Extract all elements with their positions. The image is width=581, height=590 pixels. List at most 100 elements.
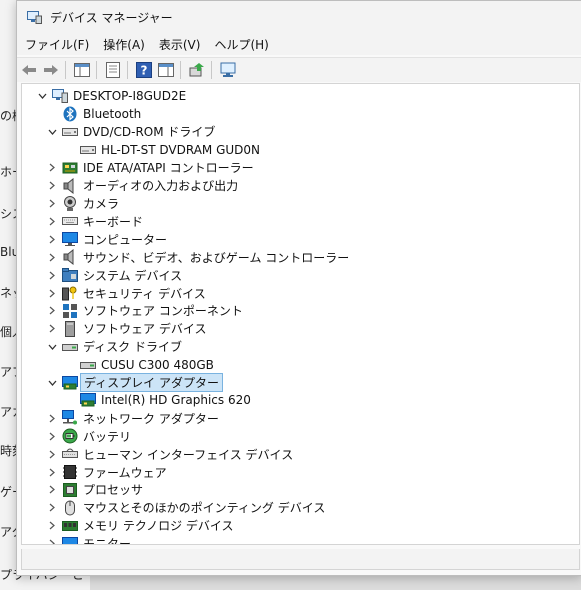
tree-category[interactable]: Bluetooth <box>46 105 141 123</box>
menu-view[interactable]: 表示(V) <box>151 36 201 53</box>
tree-root[interactable]: DESKTOP-I8GUD2E <box>36 87 186 105</box>
disk-drive-icon <box>80 357 96 373</box>
help-button[interactable]: ? <box>134 60 154 80</box>
tree-category[interactable]: ソフトウェア コンポーネント <box>46 302 243 320</box>
tree-category[interactable]: ネットワーク アダプター <box>46 409 219 427</box>
tree-category[interactable]: システム デバイス <box>46 266 182 284</box>
keyboard-icon <box>62 213 78 229</box>
console-tree-icon <box>74 63 90 77</box>
tree-category[interactable]: DVD/CD-ROM ドライブ <box>46 123 215 141</box>
firmware-icon <box>62 464 78 480</box>
menu-action[interactable]: 操作(A) <box>95 36 145 53</box>
tree-item-label: ファームウェア <box>83 465 167 480</box>
properties-button[interactable] <box>103 60 123 80</box>
chevron-right-icon[interactable] <box>46 484 58 496</box>
tree-category[interactable]: プロセッサ <box>46 481 143 499</box>
key-icon <box>62 285 78 301</box>
chevron-right-icon[interactable] <box>46 323 58 335</box>
tree-item-label: オーディオの入力および出力 <box>83 179 239 194</box>
monitor-icon <box>62 536 78 544</box>
properties-icon <box>106 62 120 78</box>
chevron-right-icon[interactable] <box>46 180 58 192</box>
tree-device[interactable]: Intel(R) HD Graphics 620 <box>64 391 251 409</box>
action-pane-button[interactable] <box>156 60 176 80</box>
battery-icon <box>62 428 78 444</box>
chevron-right-icon[interactable] <box>46 538 58 544</box>
tree-category[interactable]: キーボード <box>46 212 143 230</box>
tree-category[interactable]: バッテリ <box>46 427 131 445</box>
update-driver-button[interactable] <box>187 60 207 80</box>
tree-category[interactable]: IDE ATA/ATAPI コントローラー <box>46 159 254 177</box>
chevron-down-icon[interactable] <box>46 341 58 353</box>
chevron-right-icon[interactable] <box>46 502 58 514</box>
hid-icon <box>62 446 78 462</box>
chevron-right-icon[interactable] <box>46 233 58 245</box>
chevron-right-icon[interactable] <box>46 520 58 532</box>
chevron-right-icon[interactable] <box>46 269 58 281</box>
menu-file[interactable]: ファイル(F) <box>17 36 89 53</box>
tree-category[interactable]: サウンド、ビデオ、およびゲーム コントローラー <box>46 248 349 266</box>
device-manager-window: デバイス マネージャー ファイル(F) 操作(A) 表示(V) ヘルプ(H) ? <box>16 0 581 576</box>
tree-device[interactable]: HL-DT-ST DVDRAM GUD0N <box>64 141 260 159</box>
tree-category[interactable]: セキュリティ デバイス <box>46 284 206 302</box>
show-hide-console-tree-button[interactable] <box>72 60 92 80</box>
tree-device[interactable]: CUSU C300 480GB <box>64 356 214 374</box>
chevron-down-icon[interactable] <box>46 126 58 138</box>
menu-bar: ファイル(F) 操作(A) 表示(V) ヘルプ(H) <box>17 33 581 55</box>
chevron-right-icon[interactable] <box>46 251 58 263</box>
tree-category[interactable]: オーディオの入力および出力 <box>46 177 238 195</box>
mouse-icon <box>62 500 78 516</box>
tree-category[interactable]: ヒューマン インターフェイス デバイス <box>46 445 293 463</box>
chevron-right-icon[interactable] <box>46 215 58 227</box>
chevron-down-icon[interactable] <box>36 90 48 102</box>
tree-item-label-selected: ディスプレイ アダプター <box>80 373 223 392</box>
svg-text:?: ? <box>141 64 148 78</box>
title-bar[interactable]: デバイス マネージャー <box>17 1 581 33</box>
chevron-right-icon[interactable] <box>46 287 58 299</box>
tree-category[interactable]: ディスク ドライブ <box>46 338 182 356</box>
chevron-right-icon[interactable] <box>46 198 58 210</box>
tree-category[interactable]: マウスとそのほかのポインティング デバイス <box>46 499 325 517</box>
menu-help[interactable]: ヘルプ(H) <box>206 36 268 53</box>
status-bar <box>21 549 580 570</box>
tree-item-label: システム デバイス <box>83 268 183 283</box>
toolbar-separator <box>127 61 128 79</box>
tree-category[interactable]: モニター <box>46 535 131 544</box>
forward-button[interactable] <box>41 60 61 80</box>
toolbar-separator <box>96 61 97 79</box>
scan-hardware-button[interactable] <box>218 60 238 80</box>
back-arrow-icon <box>22 65 36 75</box>
chevron-right-icon[interactable] <box>46 162 58 174</box>
tower-icon <box>62 320 78 337</box>
chevron-right-icon[interactable] <box>46 412 58 424</box>
chevron-right-icon[interactable] <box>46 305 58 317</box>
chevron-down-icon[interactable] <box>46 377 58 389</box>
chevron-right-icon[interactable] <box>46 448 58 460</box>
tree-item-label: セキュリティ デバイス <box>83 286 206 301</box>
device-tree: DESKTOP-I8GUD2E Bluetooth DVD/CD-ROM ドライブ… <box>21 83 580 545</box>
dvd-drive-icon <box>62 124 78 140</box>
tree-category[interactable]: ディスプレイ アダプター <box>46 373 223 392</box>
chevron-right-icon[interactable] <box>46 466 58 478</box>
processor-icon <box>62 482 78 498</box>
disk-drive-icon <box>62 339 78 355</box>
toolbar-separator <box>211 61 212 79</box>
monitor-icon <box>62 231 78 247</box>
help-icon: ? <box>136 62 152 78</box>
tree-category[interactable]: メモリ テクノロジ デバイス <box>46 517 234 535</box>
tree-category[interactable]: ファームウェア <box>46 463 167 481</box>
tree-category[interactable]: コンピューター <box>46 230 167 248</box>
device-manager-icon <box>27 10 42 24</box>
tree-category[interactable]: ソフトウェア デバイス <box>46 320 206 338</box>
tree-item-label: バッテリ <box>83 429 132 444</box>
system-folder-icon <box>62 267 78 283</box>
chevron-right-icon[interactable] <box>46 430 58 442</box>
display-adapter-icon <box>62 375 78 391</box>
tree-category[interactable]: カメラ <box>46 195 119 213</box>
display-adapter-icon <box>80 392 96 408</box>
back-button[interactable] <box>19 60 39 80</box>
tree-item-label: Bluetooth <box>83 107 142 121</box>
camera-icon <box>62 195 78 212</box>
